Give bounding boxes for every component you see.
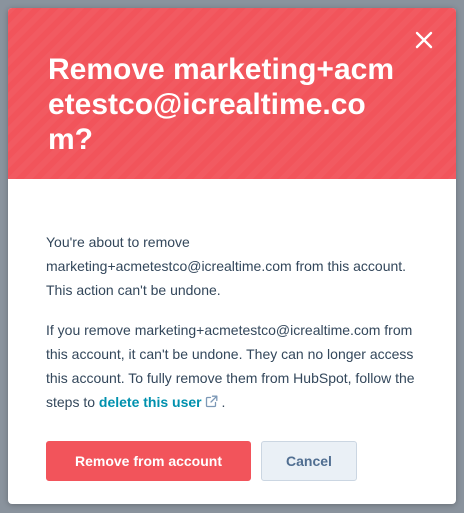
details-paragraph: If you remove marketing+acmetestco@icrea…	[46, 318, 418, 415]
warning-paragraph: You're about to remove marketing+acmetes…	[46, 234, 407, 298]
dialog-title: Remove marketing+acmetestco@icrealtime.c…	[48, 53, 394, 156]
delete-user-link[interactable]: delete this user	[99, 394, 218, 410]
external-link-icon	[205, 391, 218, 415]
close-icon	[415, 31, 433, 49]
close-button[interactable]	[409, 25, 439, 55]
cancel-button[interactable]: Cancel	[261, 441, 357, 481]
remove-from-account-button[interactable]: Remove from account	[46, 441, 251, 481]
remove-user-dialog: Remove marketing+acmetestco@icrealtime.c…	[8, 8, 456, 504]
dialog-header: Remove marketing+acmetestco@icrealtime.c…	[8, 8, 456, 179]
details-end: .	[217, 394, 226, 410]
delete-user-link-label: delete this user	[98, 394, 202, 410]
modal-overlay: Remove marketing+acmetestco@icrealtime.c…	[0, 0, 464, 513]
